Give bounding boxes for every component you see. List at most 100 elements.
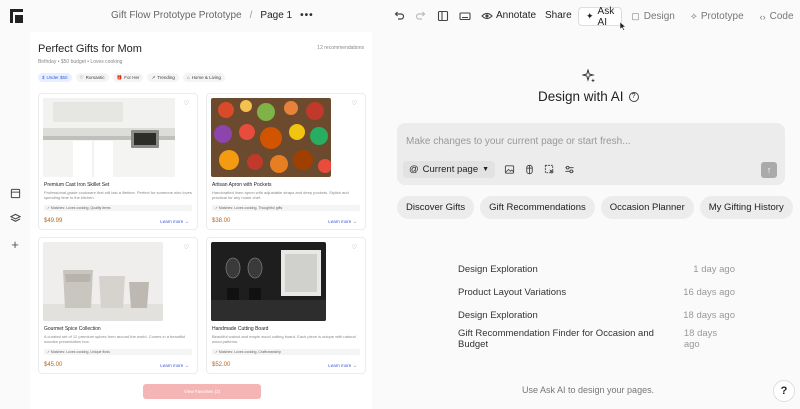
history-item[interactable]: Design Exploration 1 day ago (458, 258, 735, 281)
history-item[interactable]: Design Exploration 18 days ago (458, 304, 735, 327)
learn-more-link[interactable]: Learn more → (328, 363, 357, 368)
suggestion-chip[interactable]: Occasion Planner (600, 196, 694, 219)
tab-label: Prototype (700, 11, 744, 22)
product-name: Gourmet Spice Collection (44, 326, 101, 332)
tab-label: Ask AI (597, 5, 615, 28)
ask-ai-panel: Design with AI ? Make changes to your cu… (372, 32, 800, 409)
product-description: A curated set of 12 premium spices from … (44, 334, 186, 344)
trending-icon: ↗ (151, 75, 156, 80)
history-time: 18 days ago (683, 310, 735, 321)
product-description: Handcrafted linen apron with adjustable … (212, 190, 349, 200)
favorite-heart-icon[interactable]: ♡ (184, 244, 189, 251)
prompt-input[interactable]: Make changes to your current page or sta… (406, 136, 631, 147)
product-image (43, 98, 175, 177)
figma-icon[interactable] (523, 164, 535, 176)
chip-label: Under $50 (46, 75, 68, 80)
chevron-down-icon: ▼ (482, 166, 490, 173)
history-item[interactable]: Gift Recommendation Finder for Occasion … (458, 327, 735, 350)
suggestion-chip[interactable]: My Gifting History (699, 196, 793, 219)
prompt-toolbar: @ Current page ▼ (403, 161, 575, 178)
settings-sliders-icon[interactable] (563, 164, 575, 176)
more-menu-button[interactable]: ••• (300, 10, 314, 21)
filter-chip[interactable]: $ Under $50 (38, 73, 72, 82)
redo-icon[interactable] (414, 9, 428, 23)
match-tag: ✓ Matches: Loves cooking, Unique finds (44, 349, 192, 355)
annotate-button[interactable]: Annotate (496, 10, 536, 21)
product-price: $38.00 (212, 218, 231, 224)
mouse-cursor-icon (620, 22, 626, 31)
product-image (43, 242, 163, 321)
history-time: 16 days ago (683, 287, 735, 298)
tab-label: Design (643, 11, 675, 22)
learn-more-link[interactable]: Learn more → (160, 363, 189, 368)
home-icon: ⌂ (186, 75, 190, 80)
design-icon: ▢ (631, 11, 640, 21)
select-element-icon[interactable] (543, 164, 555, 176)
suggestion-chip[interactable]: Gift Recommendations (480, 196, 595, 219)
product-description: Beautiful walnut and maple wood cutting … (212, 334, 356, 344)
suggestion-chip[interactable]: Discover Gifts (397, 196, 475, 219)
ai-sparkle-icon (582, 69, 595, 83)
favorite-heart-icon[interactable]: ♡ (352, 100, 357, 107)
product-price: $45.00 (44, 362, 63, 368)
tab-design[interactable]: ▢ Design (624, 7, 682, 26)
prompt-box: Make changes to your current page or sta… (397, 123, 785, 185)
product-card[interactable]: ♡ Premium Cast Iron Skillet Set Professi… (38, 93, 198, 230)
view-favorites-button[interactable]: View Favorites (2) (143, 384, 261, 399)
help-button[interactable]: ? (773, 380, 795, 402)
product-card[interactable]: ♡ Handmade Cutting Board Beautiful walnu… (206, 237, 366, 374)
product-card[interactable]: ♡ Gourmet Spice Collection A curated set… (38, 237, 198, 374)
history-time: 1 day ago (693, 264, 735, 275)
keyboard-icon[interactable] (458, 9, 472, 23)
recommendation-count: 12 recommendations (317, 45, 364, 51)
favorite-heart-icon[interactable]: ♡ (184, 100, 189, 107)
image-icon[interactable] (503, 164, 515, 176)
filter-chip[interactable]: 🎁 For Her (112, 73, 144, 82)
suggestion-chips: Discover Gifts Gift Recommendations Occa… (397, 196, 793, 219)
tab-code[interactable]: ‹› Code (753, 7, 800, 26)
panel-toggle-icon[interactable] (436, 9, 450, 23)
filter-chip[interactable]: ↗ Trending (147, 73, 179, 82)
context-selector[interactable]: @ Current page ▼ (403, 161, 496, 178)
share-button[interactable]: Share (545, 10, 572, 21)
add-icon[interactable]: + (9, 237, 21, 252)
dollar-icon: $ (42, 75, 45, 80)
heart-icon: ♡ (79, 75, 84, 80)
ai-hint-text: Use Ask AI to design your pages. (522, 385, 655, 395)
product-name: Premium Cast Iron Skillet Set (44, 182, 110, 188)
help-circle-icon[interactable]: ? (628, 91, 639, 102)
design-canvas[interactable]: Perfect Gifts for Mom Birthday • $50 bud… (30, 32, 372, 409)
match-tag: ✓ Matches: Loves cooking, Quality items (44, 205, 192, 211)
history-item[interactable]: Product Layout Variations 16 days ago (458, 281, 735, 304)
product-price: $52.00 (212, 362, 231, 368)
match-tag: ✓ Matches: Loves cooking, Craftsmanship (212, 349, 360, 355)
ai-panel-title: Design with AI ? (538, 89, 639, 104)
breadcrumb-separator: / (249, 10, 253, 21)
product-name: Artisan Apron with Pockets (212, 182, 272, 188)
filter-chip[interactable]: ⌂ Home & Living (182, 73, 225, 82)
tab-prototype[interactable]: ⟡ Prototype (684, 7, 751, 26)
preview-eye-icon[interactable] (480, 9, 494, 23)
favorite-heart-icon[interactable]: ♡ (352, 244, 357, 251)
project-name[interactable]: Gift Flow Prototype Prototype (111, 10, 242, 21)
tab-ask-ai[interactable]: ✦ Ask AI (578, 5, 623, 28)
layers-icon[interactable] (9, 212, 21, 224)
product-card[interactable]: ♡ Artisan Apron with Pockets Handcrafted… (206, 93, 366, 230)
mode-tabs: ✦ Ask AI ▢ Design ⟡ Prototype ‹› Code (578, 5, 800, 28)
history-name: Product Layout Variations (458, 287, 567, 298)
page-name[interactable]: Page 1 (260, 10, 292, 21)
sparkle-icon: ✦ (586, 11, 594, 21)
send-arrow-icon[interactable]: ↑ (761, 162, 777, 178)
product-price: $49.99 (44, 218, 63, 224)
left-rail: + (0, 32, 30, 409)
filter-chip[interactable]: ♡ Romantic (75, 73, 109, 82)
undo-icon[interactable] (392, 9, 406, 23)
app-logo-icon[interactable] (10, 9, 23, 23)
product-name: Handmade Cutting Board (212, 326, 269, 332)
toolbar (392, 9, 494, 23)
learn-more-link[interactable]: Learn more → (328, 219, 357, 224)
pages-icon[interactable] (9, 187, 21, 199)
history-name: Gift Recommendation Finder for Occasion … (458, 327, 654, 350)
learn-more-link[interactable]: Learn more → (160, 219, 189, 224)
match-tag: ✓ Matches: Loves cooking, Thoughtful gif… (212, 205, 360, 211)
